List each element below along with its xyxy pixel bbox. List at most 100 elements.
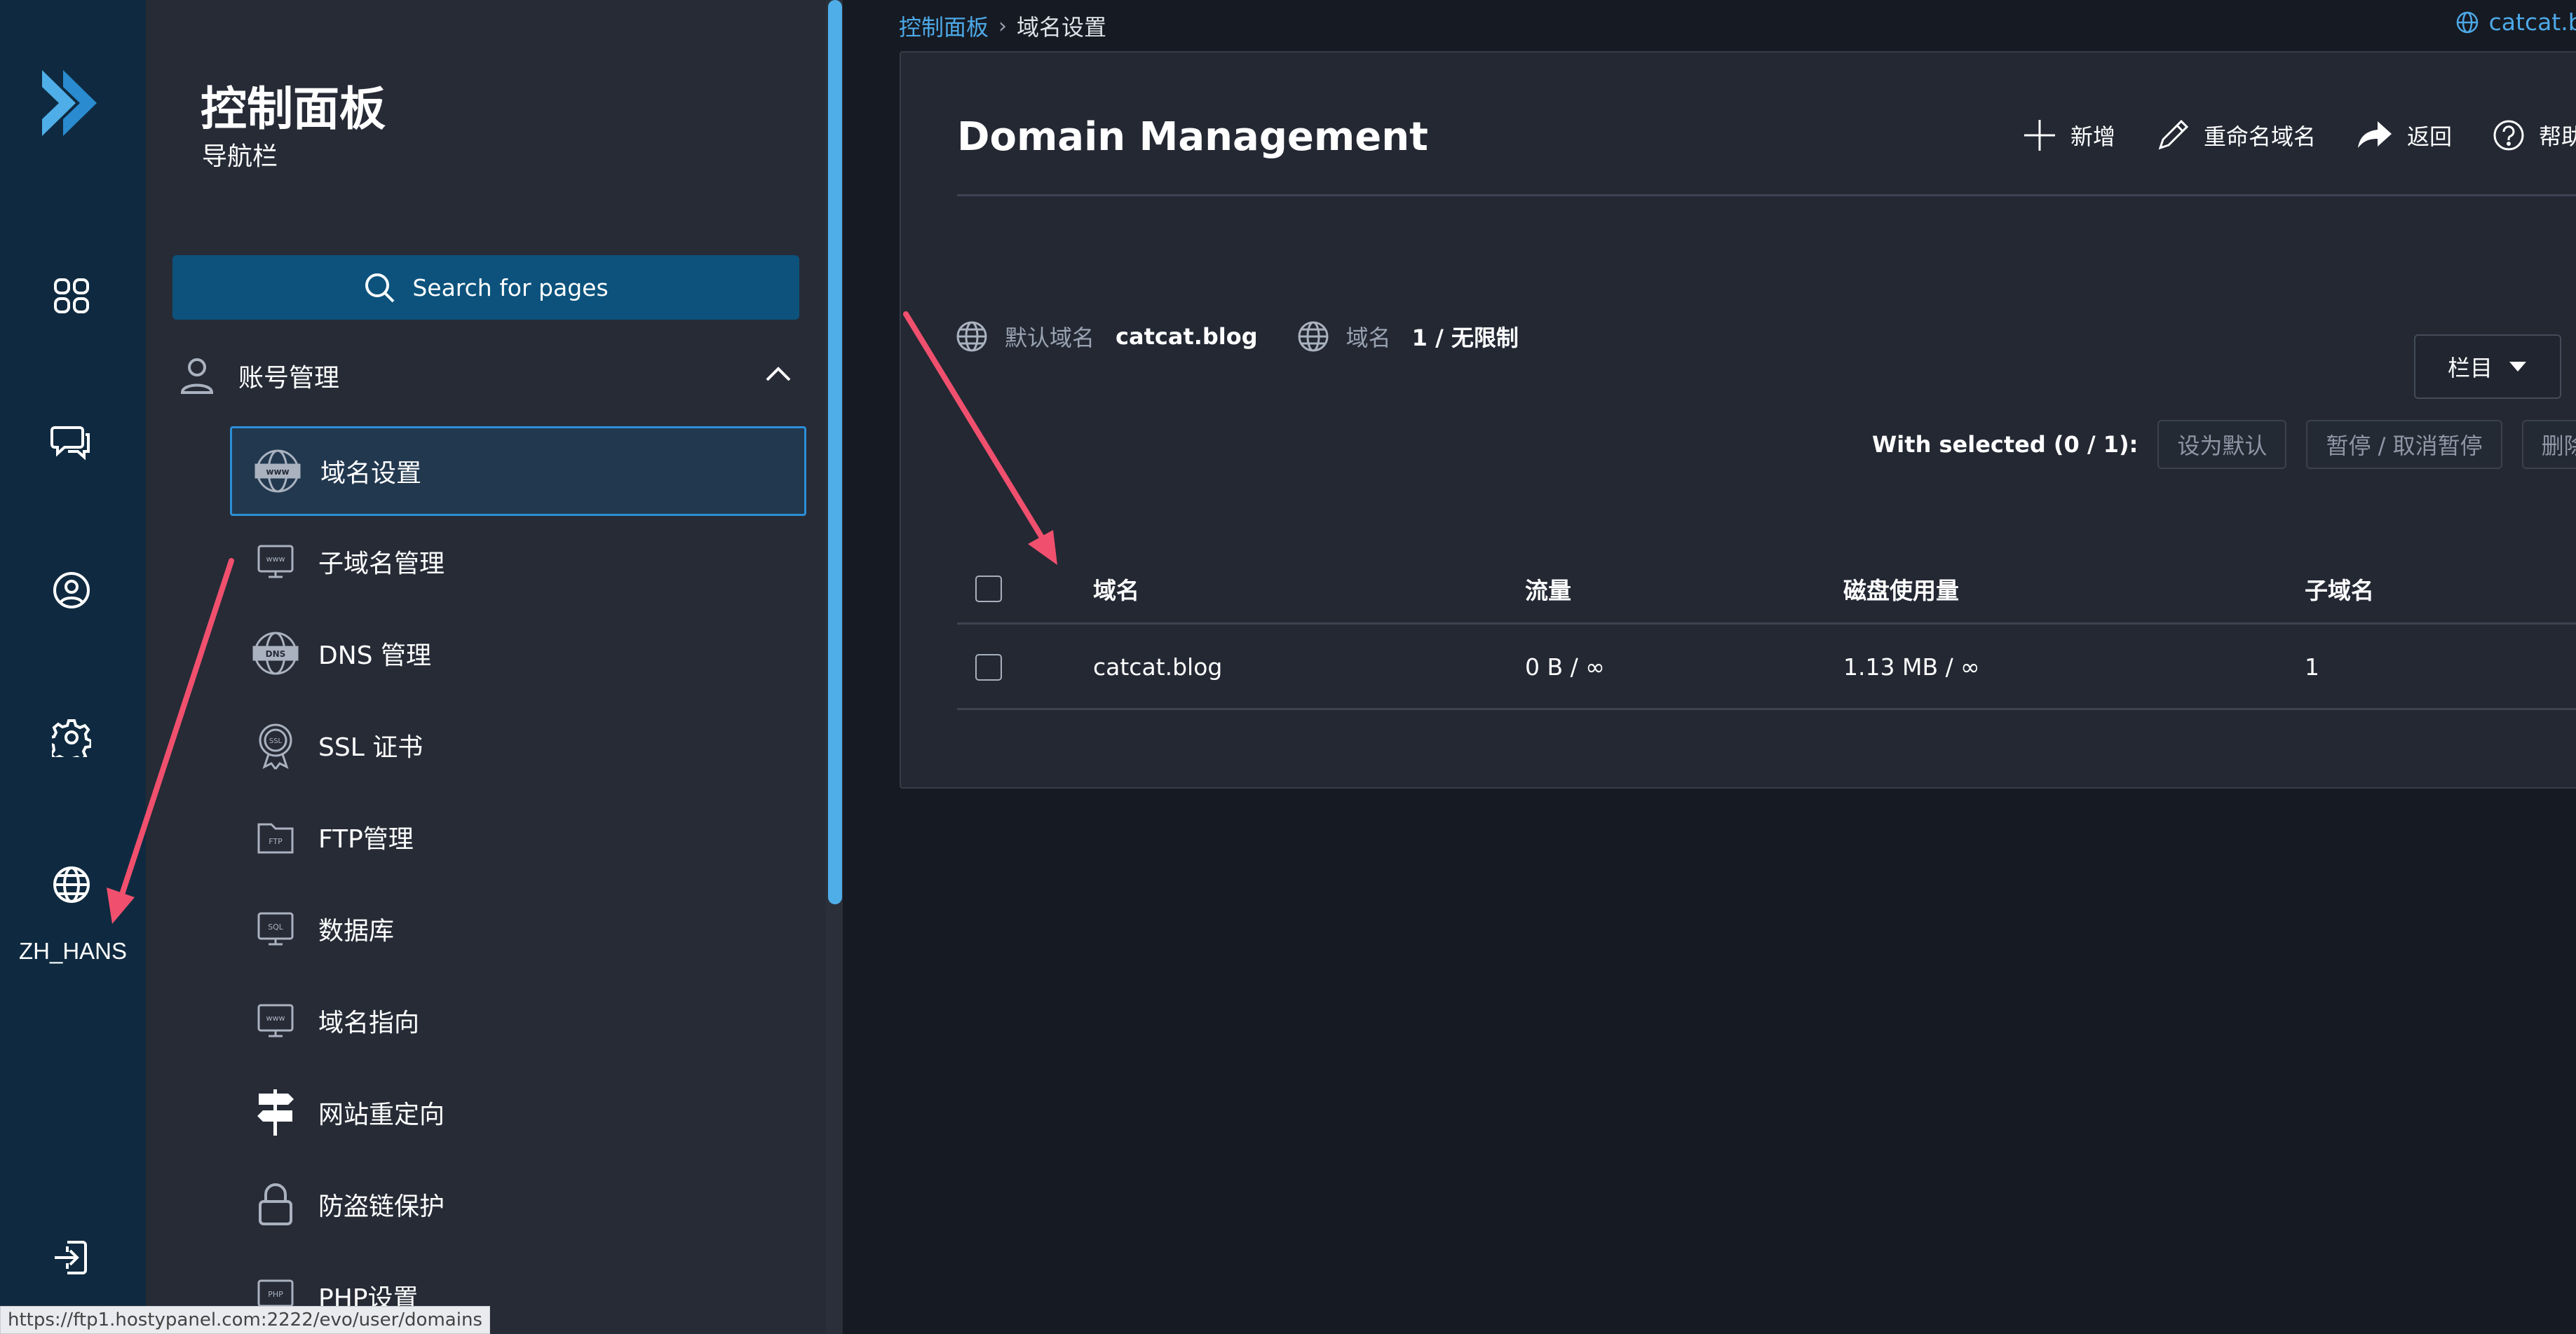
- chat-icon[interactable]: [45, 416, 98, 470]
- back-button[interactable]: 返回: [2357, 118, 2452, 152]
- columns-label: 栏目: [2447, 355, 2493, 381]
- sidebar-item-label: 域名指向: [318, 1009, 420, 1037]
- add-button[interactable]: 新增: [2023, 118, 2115, 152]
- sidebar-item-hotlink[interactable]: 防盗链保护: [230, 1159, 806, 1249]
- sidebar-item-label: SSL 证书: [318, 733, 423, 762]
- delete-button[interactable]: 删除: [2521, 420, 2576, 469]
- sidebar-item-ssl[interactable]: SSL SSL 证书: [230, 700, 806, 790]
- pointer-icon: www: [251, 996, 300, 1045]
- language-label[interactable]: ZH_HANS: [0, 938, 146, 965]
- sidebar-item-label: 防盗链保护: [318, 1192, 445, 1221]
- svg-text:DNS: DNS: [266, 649, 286, 659]
- breadcrumb-current: 域名设置: [1017, 14, 1107, 41]
- sidebar-item-label: FTP管理: [318, 825, 414, 854]
- icon-rail: ZH_HANS: [0, 0, 146, 1334]
- column-header-traffic[interactable]: 流量: [1525, 554, 1571, 622]
- page-title: Domain Management: [957, 114, 1428, 160]
- rename-domain-button[interactable]: 重命名域名: [2156, 118, 2316, 152]
- sidebar-item-label: 子域名管理: [318, 550, 445, 578]
- bulk-actions: With selected (0 / 1): 设为默认 暂停 / 取消暂停 删除: [1872, 420, 2576, 469]
- rename-label: 重命名域名: [2204, 123, 2317, 150]
- breadcrumb-separator: ›: [998, 13, 1008, 39]
- sidebar-item-subdomains[interactable]: www 子域名管理: [230, 517, 806, 606]
- www-icon: www: [253, 447, 302, 496]
- sidebar-item-label: 数据库: [318, 917, 395, 946]
- row-subdomains: 1: [2305, 653, 2319, 681]
- globe-icon[interactable]: [45, 858, 98, 911]
- title-divider: [957, 194, 2576, 196]
- globe-icon: [2456, 11, 2478, 33]
- column-header-subdomains[interactable]: 子域名: [2305, 554, 2374, 622]
- row-disk: 1.13 MB / ∞: [1843, 653, 1980, 681]
- row-checkbox[interactable]: [975, 653, 1002, 681]
- gear-icon[interactable]: [45, 711, 98, 764]
- caret-down-icon: [2509, 362, 2526, 372]
- logout-icon[interactable]: [45, 1231, 98, 1284]
- share-arrow-icon: [2358, 121, 2392, 148]
- table-header: 域名 流量 磁盘使用量 子域名: [957, 554, 2576, 625]
- status-bar-url: https://ftp1.hostypanel.com:2222/evo/use…: [0, 1306, 490, 1334]
- set-default-button[interactable]: 设为默认: [2157, 420, 2287, 469]
- nav-subtitle: 导航栏: [202, 142, 278, 171]
- nav-title: 控制面板: [201, 82, 386, 136]
- globe-icon: [1298, 321, 1329, 352]
- dns-icon: DNS: [251, 629, 300, 678]
- nav-group-account[interactable]: 账号管理: [179, 350, 796, 401]
- help-icon: [2493, 120, 2524, 151]
- sidebar-item-domain-settings[interactable]: www 域名设置: [230, 426, 806, 516]
- plus-icon: [2024, 120, 2055, 151]
- domains-count-value: 1 / 无限制: [1411, 325, 1519, 351]
- bulk-selected-label: With selected (0 / 1):: [1872, 431, 2138, 458]
- svg-text:PHP: PHP: [268, 1290, 283, 1299]
- sql-icon: SQL: [251, 904, 300, 953]
- globe-icon: [956, 321, 987, 352]
- svg-text:SQL: SQL: [268, 923, 284, 932]
- sidebar-item-domain-pointers[interactable]: www 域名指向: [230, 976, 806, 1066]
- svg-text:SSL: SSL: [269, 737, 283, 745]
- main-content: 控制面板 › 域名设置 catcat.blog Domain Managemen…: [843, 0, 2576, 1334]
- back-label: 返回: [2407, 123, 2453, 150]
- domain-summary: 默认域名 catcat.blog 域名 1 / 无限制: [956, 320, 1519, 353]
- search-pages-button[interactable]: Search for pages: [172, 255, 799, 320]
- table-row: catcat.blog 0 B / ∞ 1.13 MB / ∞ 1: [957, 626, 2576, 710]
- panel-toolbar: 新增 重命名域名 返回 帮助: [2023, 118, 2576, 152]
- chevron-up-icon[interactable]: [764, 363, 792, 384]
- logo-icon[interactable]: [35, 64, 105, 142]
- default-domain-label: 默认域名: [1005, 325, 1095, 351]
- subdomain-icon: www: [251, 537, 300, 586]
- ssl-icon: SSL: [251, 721, 300, 770]
- default-domain-value: catcat.blog: [1116, 323, 1258, 350]
- search-icon: [365, 273, 395, 303]
- sidebar-nav: 控制面板 导航栏 Search for pages 账号管理 www 域名设置: [146, 0, 826, 1334]
- user-domain-link[interactable]: catcat.blog: [2455, 8, 2576, 36]
- user-icon[interactable]: [45, 564, 98, 617]
- sidebar-item-ftp[interactable]: FTP FTP管理: [230, 792, 806, 882]
- breadcrumb: 控制面板 › 域名设置: [899, 10, 1106, 42]
- row-domain-link[interactable]: catcat.blog: [1093, 626, 1222, 708]
- lock-icon: [251, 1180, 300, 1229]
- nav-group-label: 账号管理: [238, 364, 340, 393]
- search-pages-label: Search for pages: [412, 273, 609, 301]
- columns-dropdown[interactable]: 栏目: [2414, 334, 2561, 399]
- select-all-checkbox[interactable]: [975, 575, 1002, 602]
- column-header-disk[interactable]: 磁盘使用量: [1843, 554, 1959, 622]
- sidebar-item-label: 域名设置: [320, 459, 422, 488]
- row-traffic: 0 B / ∞: [1525, 653, 1605, 681]
- breadcrumb-root[interactable]: 控制面板: [899, 10, 989, 42]
- sidebar-scrollbar-thumb[interactable]: [828, 0, 842, 904]
- help-button[interactable]: 帮助: [2493, 118, 2576, 152]
- column-header-domain[interactable]: 域名: [1093, 554, 1139, 622]
- person-icon: [180, 358, 214, 394]
- svg-text:FTP: FTP: [269, 837, 283, 846]
- sidebar-item-database[interactable]: SQL 数据库: [230, 884, 806, 974]
- sidebar-item-label: DNS 管理: [318, 641, 431, 670]
- sidebar-item-dns[interactable]: DNS DNS 管理: [230, 608, 806, 698]
- signpost-icon: [251, 1088, 300, 1137]
- sidebar-item-label: 网站重定向: [318, 1101, 445, 1129]
- svg-text:www: www: [266, 1014, 285, 1023]
- suspend-button[interactable]: 暂停 / 取消暂停: [2306, 420, 2502, 469]
- sidebar-item-redirects[interactable]: 网站重定向: [230, 1068, 806, 1157]
- add-label: 新增: [2070, 123, 2116, 150]
- pencil-icon: [2158, 119, 2189, 150]
- dashboard-icon[interactable]: [45, 269, 98, 322]
